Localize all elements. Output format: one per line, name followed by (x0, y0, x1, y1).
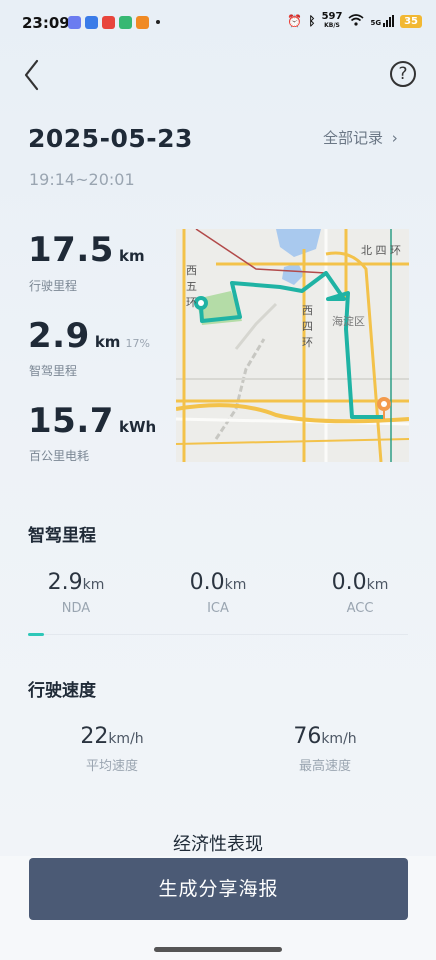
max-speed-value: 76 (293, 724, 322, 749)
all-records-link[interactable]: 全部记录 › (323, 127, 398, 148)
max-speed-unit: km/h (321, 731, 357, 747)
smart-distance-percent: 17% (125, 337, 150, 350)
net-speed: 597 KB/S (322, 12, 343, 30)
tab-active-indicator (28, 633, 44, 636)
tab-divider (28, 634, 408, 635)
svg-text:环: 环 (302, 336, 313, 349)
map-label-west4: 西四环 (302, 304, 313, 349)
svg-text:西: 西 (186, 264, 197, 277)
acc-value: 0.0 (331, 570, 367, 595)
svg-text:五: 五 (186, 280, 197, 293)
economy-title: 经济性表现 (173, 834, 263, 855)
smart-distance-unit: km (94, 333, 121, 351)
avg-speed-value: 22 (80, 724, 109, 749)
app-notification-icon (136, 16, 149, 29)
wifi-icon (348, 13, 364, 29)
trip-time-range: 19:14~20:01 (29, 170, 135, 189)
max-speed-label: 最高速度 (298, 759, 351, 774)
avg-speed-unit: km/h (108, 731, 144, 747)
map-label-north4: 北 四 环 (361, 244, 401, 257)
smart-distance-value: 2.9 (28, 316, 90, 356)
energy-label: 百公里电耗 (29, 449, 90, 463)
distance-value: 17.5 (28, 230, 114, 270)
app-notification-icon (102, 16, 115, 29)
net-speed-unit: KB/S (324, 22, 340, 29)
status-time: 23:09 (22, 14, 70, 32)
svg-text:西: 西 (302, 304, 313, 317)
alarm-icon: ⏰ (287, 14, 303, 28)
distance-label: 行驶里程 (29, 279, 78, 293)
route-map[interactable]: 北 四 环 海淀区 西五环 西四环 (176, 229, 409, 462)
distance-stat: 17.5 km (28, 230, 145, 270)
svg-text:四: 四 (302, 320, 313, 333)
nda-label: NDA (61, 601, 91, 616)
max-speed-stat: 76km/h 最高速度 (275, 724, 375, 774)
share-poster-button[interactable]: 生成分享海报 (29, 858, 408, 920)
energy-stat: 15.7 kWh (28, 401, 156, 441)
status-bar: 23:09 ⏰ ᛒ 597 KB/S 5G 35 (0, 0, 436, 46)
energy-value: 15.7 (28, 401, 114, 441)
svg-text:环: 环 (186, 296, 197, 309)
battery-indicator: 35 (400, 14, 422, 28)
chevron-right-icon: › (391, 129, 398, 147)
smart-distance-label: 智驾里程 (29, 364, 78, 378)
acc-unit: km (366, 577, 389, 593)
smart-tab-acc[interactable]: 0.0km ACC (312, 570, 408, 616)
app-notification-icon (68, 16, 81, 29)
smart-driving-title: 智驾里程 (28, 526, 96, 546)
map-canvas: 北 四 环 海淀区 西五环 西四环 (176, 229, 409, 462)
ica-label: ICA (207, 601, 229, 616)
trip-date: 2025-05-23 (28, 124, 193, 153)
nda-value: 2.9 (47, 570, 83, 595)
smart-distance-stat: 2.9 km 17% (28, 316, 150, 356)
ica-value: 0.0 (189, 570, 225, 595)
back-button[interactable] (18, 58, 48, 92)
app-notification-icon (85, 16, 98, 29)
ica-unit: km (224, 577, 247, 593)
cellular-signal-icon: 5G (370, 15, 395, 27)
smart-tab-nda[interactable]: 2.9km NDA (28, 570, 124, 616)
home-indicator[interactable] (154, 947, 282, 952)
help-button[interactable]: ? (390, 61, 416, 87)
nda-unit: km (82, 577, 105, 593)
map-label-haidian: 海淀区 (332, 314, 365, 328)
smart-tab-ica[interactable]: 0.0km ICA (170, 570, 266, 616)
status-right: ⏰ ᛒ 597 KB/S 5G 35 (287, 12, 422, 30)
all-records-label: 全部记录 (323, 129, 384, 147)
question-mark-icon: ? (398, 64, 408, 84)
chevron-left-icon (24, 59, 39, 91)
app-notification-icon (119, 16, 132, 29)
signal-label: 5G (370, 19, 382, 27)
acc-label: ACC (346, 601, 374, 616)
more-notifications-icon (156, 20, 160, 24)
speed-title: 行驶速度 (28, 681, 96, 701)
map-label-west5: 西五环 (186, 264, 197, 309)
avg-speed-stat: 22km/h 平均速度 (62, 724, 162, 774)
bluetooth-icon: ᛒ (308, 14, 316, 28)
avg-speed-label: 平均速度 (85, 759, 138, 774)
energy-unit: kWh (118, 418, 157, 436)
distance-unit: km (118, 247, 145, 265)
net-speed-value: 597 (321, 11, 343, 22)
